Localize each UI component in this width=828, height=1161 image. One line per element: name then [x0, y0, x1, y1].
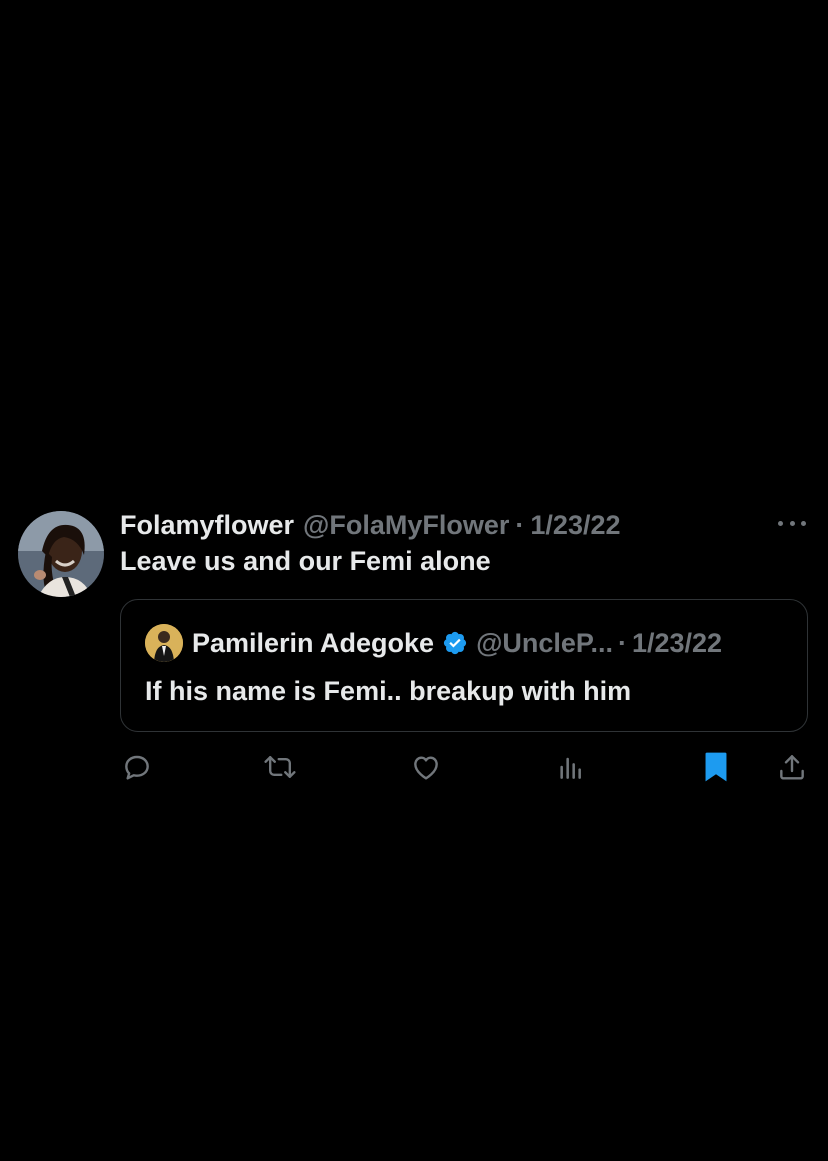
like-icon[interactable] [409, 750, 443, 784]
header-separator: · [515, 509, 525, 540]
quoted-header-separator: · [617, 627, 627, 658]
views-icon[interactable] [554, 750, 588, 784]
author-avatar[interactable] [18, 511, 104, 597]
bookmark-icon[interactable] [699, 750, 733, 784]
retweet-icon[interactable] [263, 750, 297, 784]
more-horizontal-icon[interactable] [778, 516, 806, 530]
share-icon[interactable] [775, 750, 809, 784]
verified-badge-icon [442, 630, 468, 656]
quoted-author-handle[interactable]: @UncleP... [476, 628, 613, 659]
author-display-name[interactable]: Folamyflower [120, 510, 294, 541]
tweet[interactable]: Folamyflower @FolaMyFlower · 1/23/22 Lea… [0, 500, 828, 800]
tweet-text: Leave us and our Femi alone [120, 546, 491, 576]
quoted-tweet-date[interactable]: 1/23/22 [632, 628, 722, 659]
quoted-tweet-text: If his name is Femi.. breakup with him [145, 676, 632, 706]
quoted-tweet[interactable]: Pamilerin Adegoke @UncleP... · 1/23/22 I… [120, 599, 808, 732]
author-handle[interactable]: @FolaMyFlower [303, 510, 509, 541]
reply-icon[interactable] [120, 750, 154, 784]
quoted-tweet-header: Pamilerin Adegoke @UncleP... · 1/23/22 [145, 623, 722, 663]
tweet-actions-bar [120, 750, 810, 784]
tweet-date[interactable]: 1/23/22 [530, 510, 620, 541]
quoted-author-avatar[interactable] [145, 624, 183, 662]
tweet-header: Folamyflower @FolaMyFlower · 1/23/22 [120, 508, 768, 542]
quoted-author-display-name[interactable]: Pamilerin Adegoke [192, 628, 434, 659]
